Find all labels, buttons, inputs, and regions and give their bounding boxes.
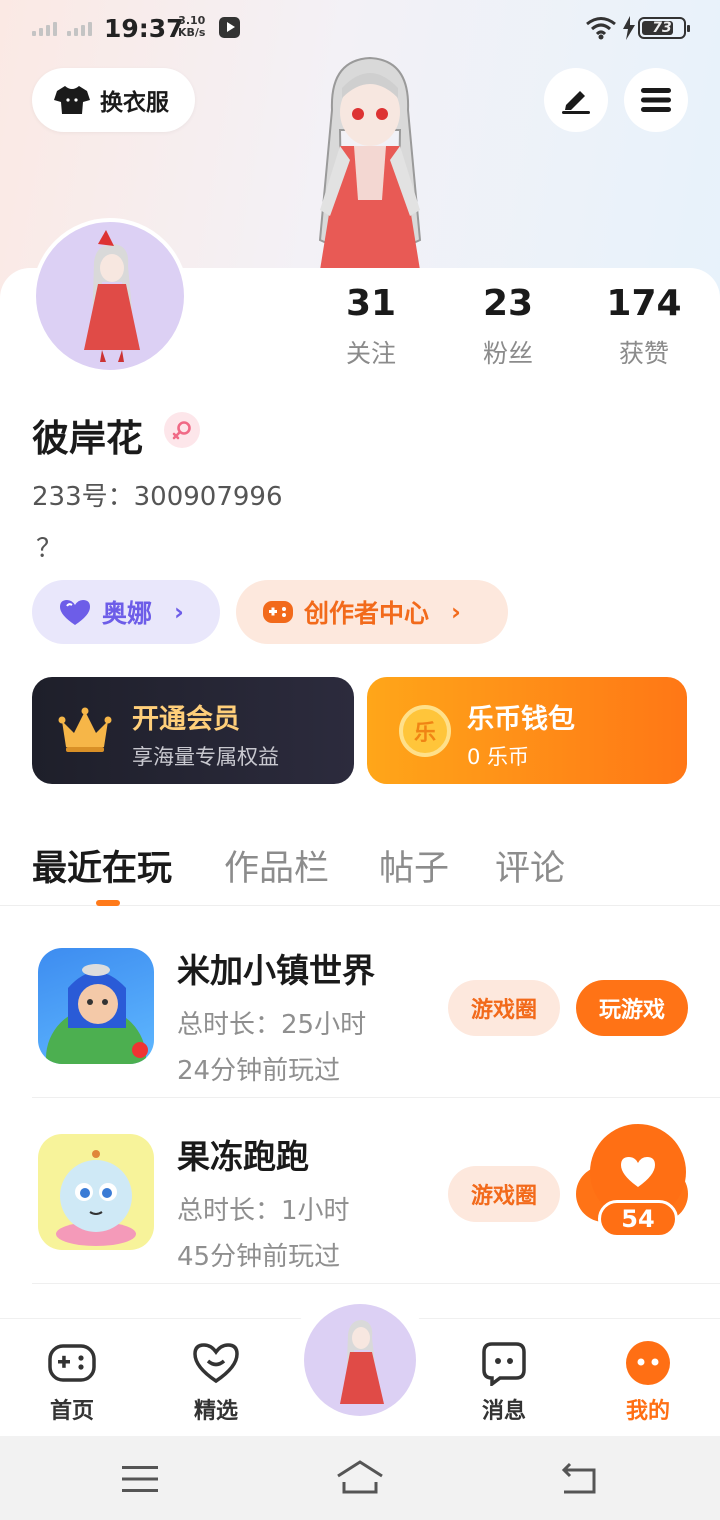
- profile-avatar[interactable]: [32, 218, 188, 374]
- stat-followers-label: 粉丝: [482, 339, 533, 368]
- me-icon: [626, 1341, 670, 1385]
- stat-following-value: 31: [345, 283, 397, 324]
- crown-icon: [58, 707, 112, 752]
- active-tab-indicator: [96, 900, 120, 906]
- like-count: 54: [598, 1200, 678, 1238]
- battery-level: 73: [652, 20, 672, 36]
- stat-likes-label: 获赞: [618, 339, 669, 368]
- creator-center-button[interactable]: 创作者中心 ›: [236, 580, 508, 644]
- game-row[interactable]: 米加小镇世界 总时长：25小时 24分钟前玩过 游戏圈 玩游戏: [32, 912, 720, 1098]
- ona-button[interactable]: 奥娜 ›: [32, 580, 220, 644]
- edit-icon: [562, 91, 590, 114]
- back-icon[interactable]: [560, 1462, 598, 1494]
- signal-icon-2: [67, 22, 92, 36]
- nav-me[interactable]: 我的: [598, 1319, 698, 1425]
- menu-icon: [641, 88, 671, 112]
- tab-comments[interactable]: 评论: [495, 840, 565, 891]
- wallet-balance: 0 乐币: [467, 745, 530, 769]
- chat-icon: [482, 1342, 526, 1386]
- game-total-time: 总时长：1小时: [177, 1196, 350, 1226]
- nav-featured[interactable]: 精选: [166, 1319, 266, 1425]
- play-game-button[interactable]: 玩游戏: [576, 980, 688, 1036]
- change-outfit-button[interactable]: 换衣服: [32, 68, 195, 132]
- female-gender-icon: [164, 412, 200, 448]
- tshirt-icon: [54, 86, 90, 114]
- profile-tabs: 最近在玩 作品栏 帖子 评论: [0, 840, 720, 906]
- game-last-played: 45分钟前玩过: [177, 1242, 341, 1272]
- game-last-played: 24分钟前玩过: [177, 1056, 341, 1086]
- home-icon[interactable]: [336, 1460, 384, 1494]
- nav-home-label: 首页: [49, 1399, 94, 1424]
- avatar-image: [84, 230, 140, 362]
- nav-me-label: 我的: [625, 1399, 670, 1424]
- heart-icon: [621, 1157, 655, 1187]
- stat-followers-value: 23: [482, 283, 534, 324]
- nav-home[interactable]: 首页: [22, 1319, 122, 1425]
- ona-label: 奥娜: [102, 599, 153, 628]
- nav-featured-label: 精选: [193, 1399, 238, 1424]
- floating-like-button[interactable]: 54: [588, 1124, 688, 1244]
- wallet-card[interactable]: 乐 乐币钱包 0 乐币: [367, 677, 687, 784]
- game-total-time: 总时长：25小时: [177, 1010, 367, 1040]
- profile-bio: ？: [36, 534, 63, 564]
- vip-membership-card[interactable]: 开通会员 享海量专属权益: [32, 677, 354, 784]
- wallet-title: 乐币钱包: [467, 704, 575, 735]
- stat-following[interactable]: 31 关注: [311, 282, 431, 370]
- gamepad-icon: [263, 601, 293, 623]
- edit-profile-button[interactable]: [544, 68, 608, 132]
- charging-icon: [623, 16, 635, 40]
- game-circle-button[interactable]: 游戏圈: [448, 1166, 560, 1222]
- game-circle-button[interactable]: 游戏圈: [448, 980, 560, 1036]
- game-name: 果冻跑跑: [177, 1137, 309, 1176]
- status-time: 19:37: [104, 14, 184, 43]
- stat-following-label: 关注: [345, 339, 396, 368]
- coin-icon: 乐: [399, 705, 451, 757]
- nav-messages[interactable]: 消息: [454, 1319, 554, 1425]
- signal-icon: [32, 22, 57, 36]
- stat-likes[interactable]: 174 获赞: [584, 282, 704, 370]
- nav-avatar-button[interactable]: [304, 1304, 416, 1416]
- change-outfit-label: 换衣服: [100, 90, 169, 116]
- vip-title: 开通会员: [132, 704, 240, 735]
- creator-center-label: 创作者中心: [304, 599, 430, 628]
- avatar-image: [340, 1320, 384, 1404]
- game-name: 米加小镇世界: [177, 951, 375, 990]
- menu-button[interactable]: [624, 68, 688, 132]
- game-icon-jelly-run: [38, 1134, 154, 1250]
- heart-icon: [60, 600, 90, 625]
- chevron-right-icon: ›: [451, 598, 461, 626]
- net-speed: 3.10 KB/s: [178, 15, 205, 39]
- net-speed-unit: KB/s: [178, 26, 206, 39]
- gamepad-icon: [48, 1344, 96, 1382]
- recent-apps-icon[interactable]: [122, 1466, 158, 1492]
- battery-icon: 73: [638, 17, 690, 39]
- game-icon-miga-town: [38, 948, 154, 1064]
- profile-nickname: 彼岸花: [32, 417, 143, 460]
- system-nav-bar: [0, 1436, 720, 1520]
- tab-posts[interactable]: 帖子: [379, 840, 449, 891]
- tab-works[interactable]: 作品栏: [224, 840, 329, 891]
- stat-followers[interactable]: 23 粉丝: [448, 282, 568, 370]
- chevron-right-icon: ›: [174, 598, 184, 626]
- heart-outline-icon: [193, 1343, 239, 1384]
- media-play-icon: [219, 17, 240, 38]
- vip-subtitle: 享海量专属权益: [132, 745, 279, 769]
- tab-recently-played[interactable]: 最近在玩: [32, 840, 172, 891]
- nav-messages-label: 消息: [481, 1399, 526, 1424]
- user-id: 233号：300907996: [32, 482, 283, 512]
- wifi-icon: [586, 17, 616, 40]
- stat-likes-value: 174: [606, 283, 682, 324]
- avatar-character-figure: [318, 56, 422, 270]
